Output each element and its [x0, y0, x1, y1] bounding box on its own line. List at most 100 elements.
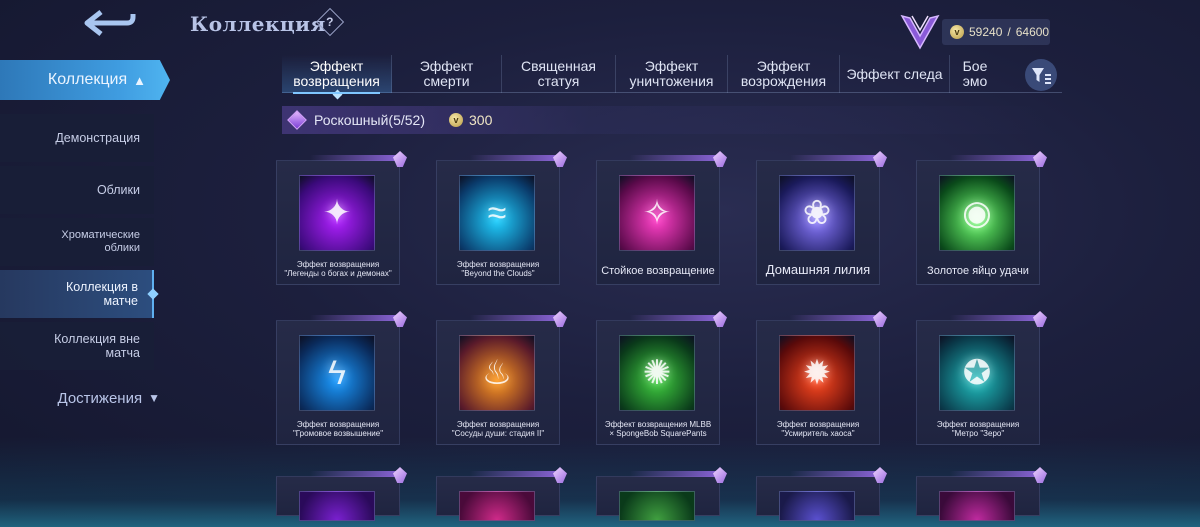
active-tab-marker: [332, 89, 342, 100]
tab-label: Бое эмо: [962, 59, 988, 89]
effect-card[interactable]: ϟ Эффект возвращения "Громовое возвышение…: [276, 311, 407, 445]
tab-battle-emote[interactable]: Бое эмо: [950, 55, 1000, 93]
effect-art-icon: ✹: [802, 354, 832, 392]
effect-art-icon: ❀: [802, 194, 832, 232]
effect-thumbnail: ϟ: [299, 335, 375, 411]
effect-art-icon: ✧: [642, 194, 672, 232]
effect-thumbnail: ✦: [299, 175, 375, 251]
effect-art-icon: ✦: [322, 194, 352, 232]
effect-card[interactable]: [436, 467, 567, 521]
tab-elimination-effect[interactable]: Эффект уничтожения: [616, 55, 728, 93]
effect-art-icon: ♨: [481, 354, 513, 392]
sidebar-item-label: Коллекция в матче: [66, 279, 138, 308]
sidebar-item-out-of-match-collection[interactable]: Коллекция вне матча: [0, 322, 154, 370]
rarity-section-header: Роскошный(5/52) v 300: [282, 106, 1048, 134]
rarity-gem-icon: [1033, 467, 1047, 483]
effect-card-label: Эффект возвращения "Beyond the Clouds": [456, 260, 540, 279]
effect-thumbnail: [939, 491, 1015, 521]
effect-thumbnail: ❀: [779, 175, 855, 251]
tab-death-effect[interactable]: Эффект смерти: [392, 55, 502, 93]
sidebar-item-label: Облики: [96, 182, 140, 197]
rarity-gem-icon: [1033, 311, 1047, 327]
sidebar-item-collection[interactable]: Коллекция ▲: [0, 60, 170, 100]
currency-current: 59240: [969, 25, 1003, 39]
section-price-value: 300: [469, 112, 493, 128]
sidebar-item-label: Коллекция вне матча: [54, 331, 140, 360]
tab-label: Священная статуя: [521, 58, 596, 89]
effect-thumbnail: ✺: [619, 335, 695, 411]
effect-card-label: Эффект возвращения MLBB × SpongeBob Squa…: [604, 420, 712, 439]
tab-label: Эффект возрождения: [740, 58, 827, 89]
effect-thumbnail: ≈: [459, 175, 535, 251]
tab-recall-effect[interactable]: Эффект возвращения: [282, 55, 392, 100]
coin-icon: v: [449, 113, 463, 127]
effect-card[interactable]: [756, 467, 887, 521]
rarity-gem-icon: [393, 151, 407, 167]
effect-art-icon: ◉: [962, 194, 992, 232]
rarity-gem-icon: [1033, 151, 1047, 167]
tab-label: Эффект смерти: [419, 58, 474, 89]
effect-thumbnail: ◉: [939, 175, 1015, 251]
effect-card-label: Эффект возвращения "Сосуды души: стадия …: [451, 420, 545, 439]
effect-card[interactable]: ♨ Эффект возвращения "Сосуды души: стадия…: [436, 311, 567, 445]
tab-respawn-effect[interactable]: Эффект возрождения: [728, 55, 840, 93]
rarity-gem-icon: [553, 151, 567, 167]
effect-card[interactable]: [596, 467, 727, 521]
rarity-gem-icon: [393, 467, 407, 483]
effect-thumbnail: [299, 491, 375, 521]
rarity-gem-icon: [713, 311, 727, 327]
effect-art-icon: ϟ: [328, 353, 346, 392]
tab-label: Эффект уничтожения: [629, 58, 714, 89]
back-button[interactable]: [78, 6, 140, 40]
effect-thumbnail: ✧: [619, 175, 695, 251]
rarity-gem-icon: [713, 151, 727, 167]
effect-card[interactable]: ◉ Золотое яйцо удачи: [916, 151, 1047, 285]
help-glyph: ?: [326, 15, 334, 29]
effect-art-icon: ≈: [487, 193, 507, 232]
effect-thumbnail: [779, 491, 855, 521]
effect-thumbnail: ♨: [459, 335, 535, 411]
effect-card-label: Домашняя лилия: [765, 262, 871, 277]
page-title: Коллекция: [190, 12, 326, 36]
effect-card-label: Эффект возвращения "Метро "Зеро": [936, 420, 1020, 439]
rarity-gem-icon: [393, 311, 407, 327]
currency-display: v 59240 / 64600: [942, 19, 1050, 45]
tab-trail-effect[interactable]: Эффект следа: [840, 55, 950, 93]
purple-gem-icon: [287, 110, 307, 130]
rarity-gem-icon: [713, 467, 727, 483]
sidebar-item-skins[interactable]: Облики: [0, 166, 154, 214]
effect-card[interactable]: ✪ Эффект возвращения "Метро "Зеро": [916, 311, 1047, 445]
sidebar-main-label: Коллекция: [47, 71, 128, 88]
effect-thumbnail: [459, 491, 535, 521]
sidebar-item-demonstration[interactable]: Демонстрация: [0, 114, 154, 162]
sidebar-item-in-match-collection[interactable]: Коллекция в матче: [0, 270, 159, 318]
effect-card[interactable]: ✹ Эффект возвращения "Усмиритель хаоса": [756, 311, 887, 445]
effect-card[interactable]: ✦ Эффект возвращения "Легенды о богах и д…: [276, 151, 407, 285]
tab-sacred-statue[interactable]: Священная статуя: [502, 55, 616, 93]
effect-card[interactable]: ≈ Эффект возвращения "Beyond the Clouds": [436, 151, 567, 285]
section-label: Роскошный(5/52): [314, 112, 425, 128]
effect-card[interactable]: [916, 467, 1047, 521]
effect-card-label: Стойкое возвращение: [601, 265, 715, 277]
back-arrow-icon: [84, 10, 136, 36]
filter-sort-button[interactable]: [1025, 59, 1057, 91]
rarity-gem-icon: [873, 311, 887, 327]
sidebar-item-achievements[interactable]: Достижения ▼: [0, 386, 160, 410]
rarity-gem-icon: [553, 311, 567, 327]
active-diamond-icon: [147, 288, 159, 300]
effect-card[interactable]: ❀ Домашняя лилия: [756, 151, 887, 285]
rank-emblem-icon: [900, 14, 940, 50]
rarity-gem-icon: [553, 467, 567, 483]
effect-art-icon: ✪: [962, 354, 992, 392]
effect-card[interactable]: [276, 467, 407, 521]
chevron-up-icon: ▲: [133, 72, 146, 88]
effect-card[interactable]: ✺ Эффект возвращения MLBB × SpongeBob Squ…: [596, 311, 727, 445]
sidebar-item-chromatic-skins[interactable]: Хроматические облики: [0, 218, 154, 266]
section-price: v 300: [449, 112, 492, 128]
effect-thumbnail: [619, 491, 695, 521]
tab-label: Эффект следа: [846, 65, 943, 82]
rarity-gem-icon: [873, 151, 887, 167]
currency-max: 64600: [1015, 25, 1050, 39]
tab-bar: Эффект возвращения Эффект смерти Священн…: [282, 55, 1062, 100]
effect-card[interactable]: ✧ Стойкое возвращение: [596, 151, 727, 285]
